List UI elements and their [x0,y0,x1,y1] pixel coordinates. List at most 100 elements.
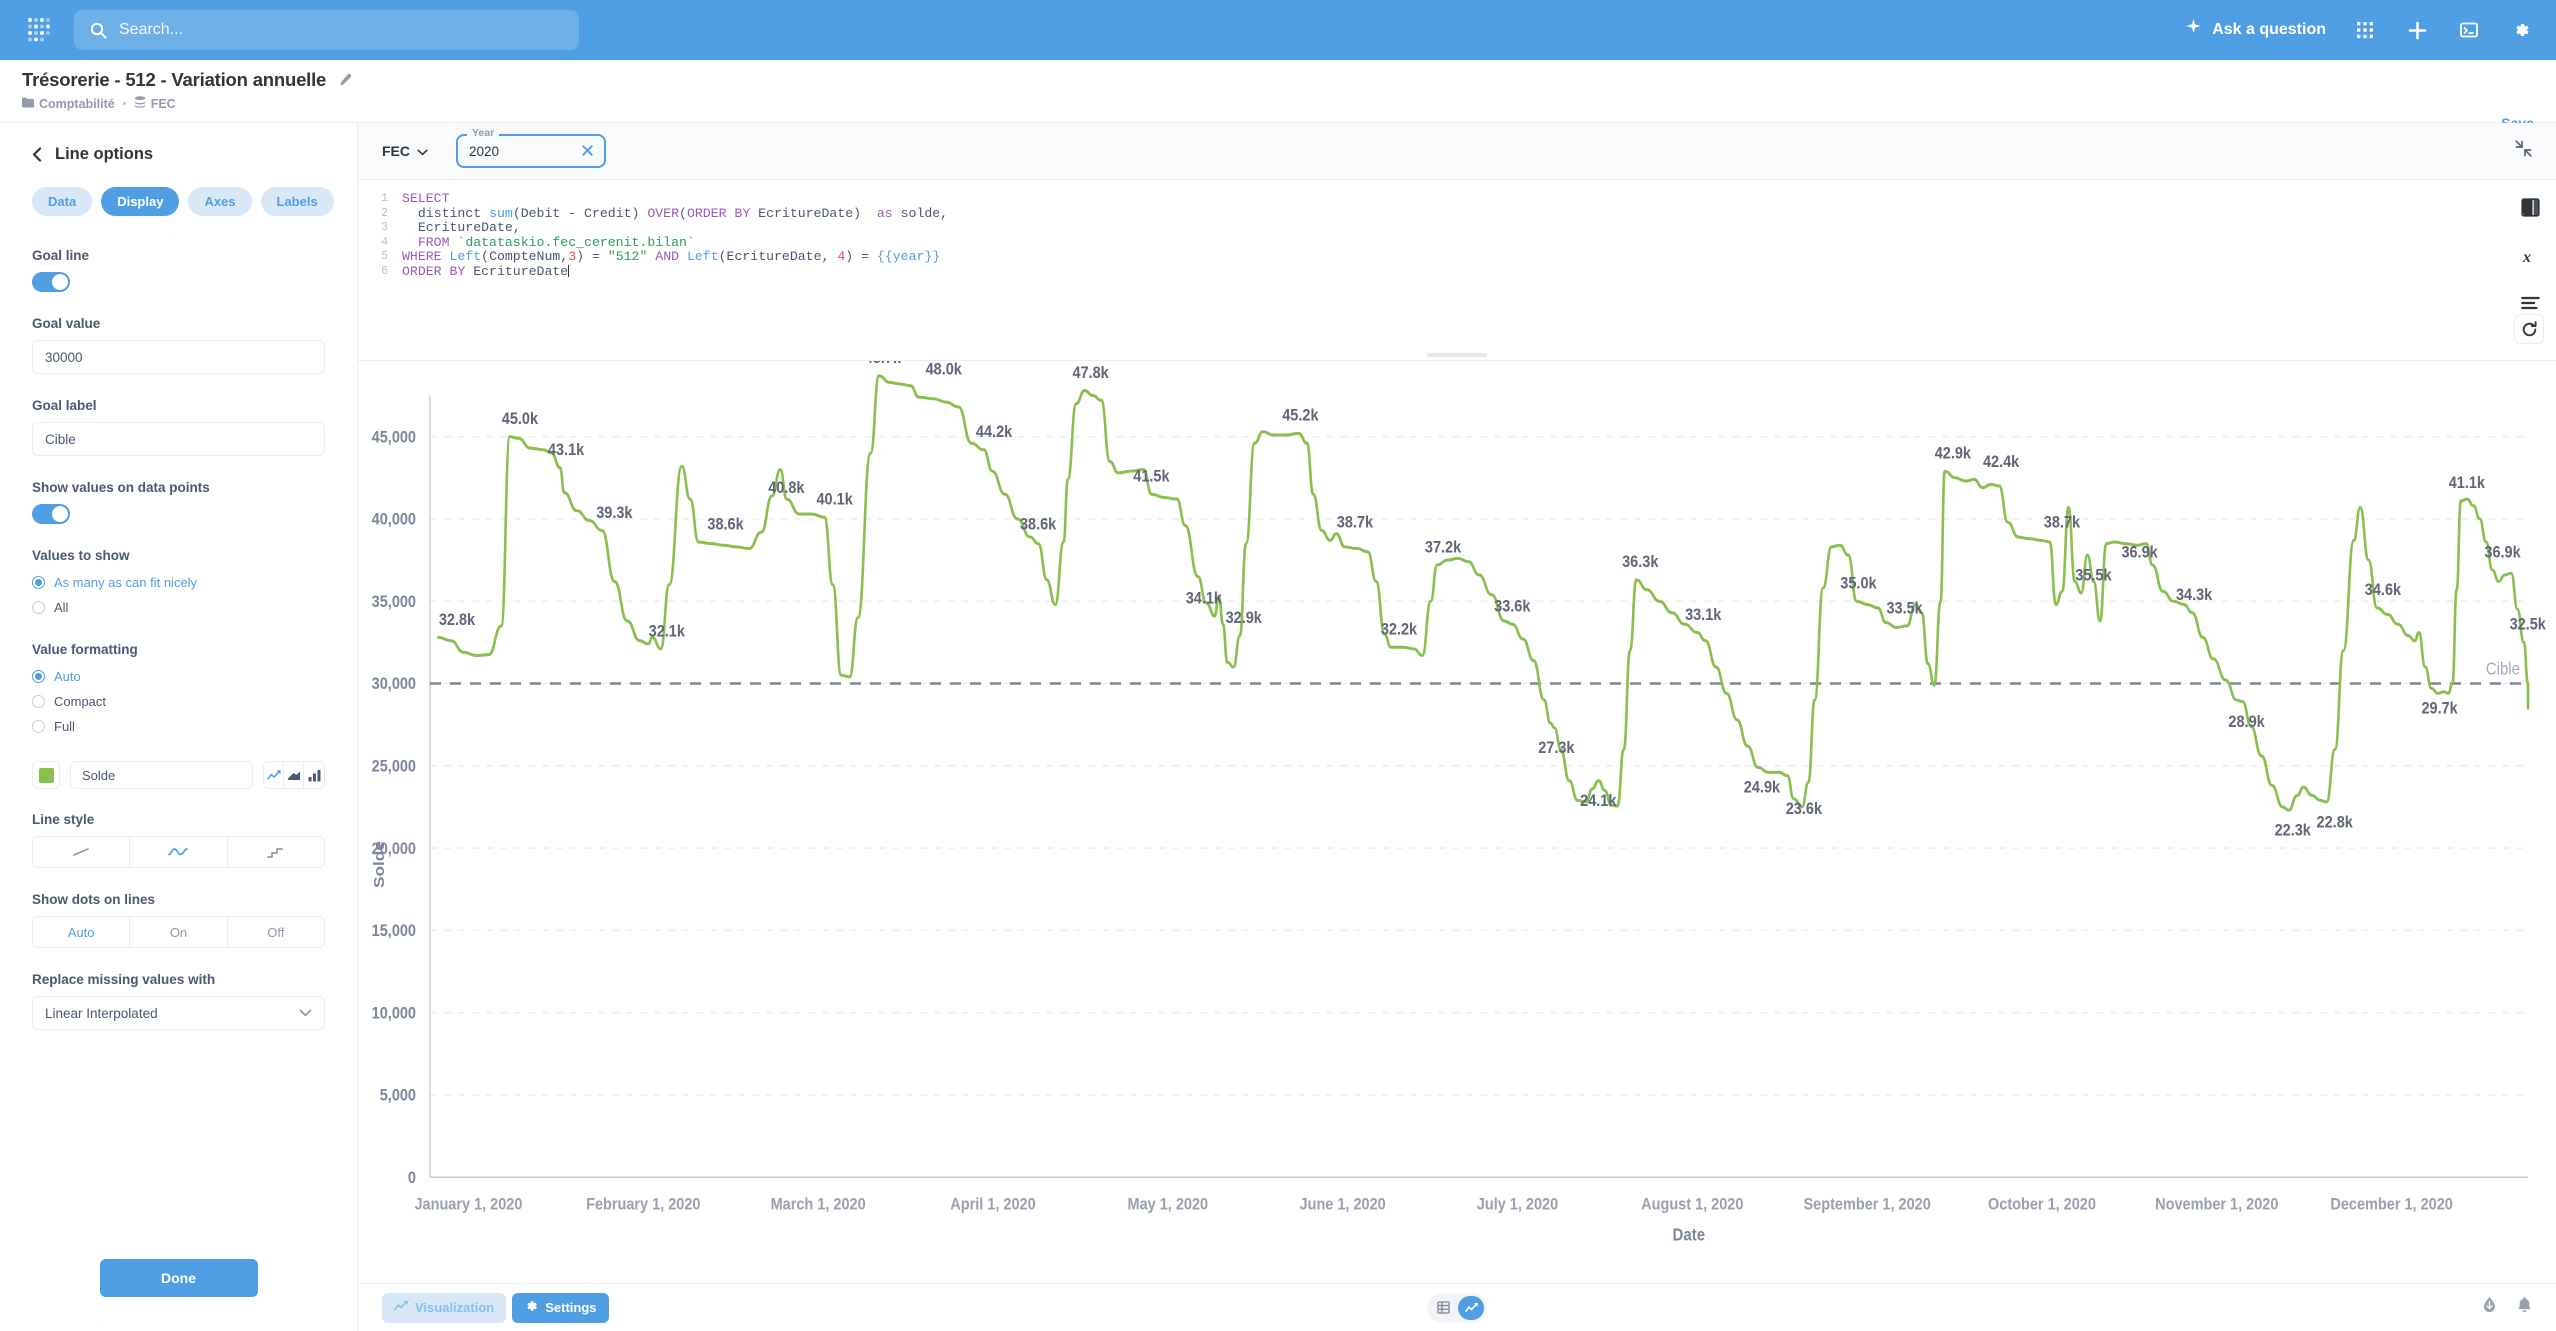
parameter-year-legend: Year [467,127,500,139]
tab-display[interactable]: Display [101,187,180,216]
series-name-input[interactable]: Solde [70,761,253,789]
settings-button[interactable]: Settings [512,1292,609,1323]
replace-missing-value: Linear Interpolated [45,1005,158,1021]
line-chart[interactable]: 05,00010,00015,00020,00025,00030,00035,0… [358,361,2556,1283]
data-point-label: 42.4k [1983,453,2020,471]
bell-icon[interactable] [2517,1296,2532,1319]
visualization-label: Visualization [415,1300,495,1315]
folder-icon [22,97,34,111]
x-tick-label: March 1, 2020 [771,1196,866,1214]
show-dots-on[interactable]: On [130,917,228,947]
parameter-year-field[interactable]: Year 2020 [456,127,606,168]
done-button[interactable]: Done [99,1259,258,1297]
data-point-label: 36.3k [1622,553,1659,571]
sql-line-number: 4 [381,235,388,249]
query-bar-right [2515,140,2532,162]
data-reference-icon[interactable] [2520,198,2540,217]
tab-data[interactable]: Data [32,187,93,216]
data-point-label: 36.9k [2484,543,2521,561]
show-dots-off[interactable]: Off [228,917,324,947]
goal-line-toggle[interactable] [32,272,70,292]
apps-grid-icon[interactable] [2352,17,2378,43]
goal-label-group: Goal label [32,398,325,456]
sql-line[interactable]: 4 FROM `datataskio.fec_cerenit.bilan` [358,235,2556,251]
radio-format-compact[interactable]: Compact [32,691,325,712]
format-icon[interactable] [2520,296,2540,310]
data-point-label: 35.0k [1840,575,1877,593]
settings-label: Settings [545,1300,597,1315]
data-point-label: 38.7k [1337,514,1374,532]
run-query-button[interactable] [2514,314,2544,344]
radio-format-auto[interactable]: Auto [32,666,325,687]
series-color-picker[interactable] [32,761,60,789]
x-tick-label: May 1, 2020 [1128,1196,1209,1214]
table-view-icon[interactable] [1430,1296,1456,1320]
x-tick-label: October 1, 2020 [1988,1196,2096,1214]
chevron-left-icon[interactable] [32,147,43,162]
database-picker[interactable]: FEC [382,143,428,159]
metabase-logo-icon[interactable] [22,13,56,47]
sql-editor[interactable]: 1 SELECT 2 distinct sum(Debit - Credit) OV… [358,180,2556,361]
sql-code-lines[interactable]: 1 SELECT 2 distinct sum(Debit - Credit) OV… [358,191,2556,280]
radio-values-all[interactable]: All [32,597,325,618]
linear-line-icon[interactable] [33,837,131,867]
radio-indicator [32,670,45,683]
ask-question-button[interactable]: Ask a question [2185,19,2326,41]
tab-labels[interactable]: Labels [260,187,334,216]
data-point-label: 44.2k [976,423,1013,441]
goal-line-label: Cible [2486,659,2520,678]
goal-value-input[interactable] [32,340,325,374]
values-to-show-label: Values to show [32,548,130,563]
bar-chart-icon[interactable] [304,762,324,788]
radio-format-full[interactable]: Full [32,716,325,737]
sql-line[interactable]: 6 ORDER BY EcritureDate [358,263,2556,280]
replace-missing-group: Replace missing values with Linear Inter… [32,972,325,1030]
tab-axes[interactable]: Axes [188,187,252,216]
close-icon[interactable] [582,144,593,158]
x-tick-label: September 1, 2020 [1804,1196,1932,1214]
gear-icon[interactable] [2508,17,2534,43]
line-chart-icon[interactable] [264,762,284,788]
breadcrumb-database-label: FEC [150,96,176,111]
curve-line-icon[interactable] [130,837,228,867]
breadcrumb-item-collection[interactable]: Comptabilité [22,97,115,111]
goal-label-input[interactable] [32,422,325,456]
radio-values-fit-nicely[interactable]: As many as can fit nicely [32,572,325,593]
editor-resize-handle[interactable] [1427,353,1487,357]
variables-icon[interactable]: x [2521,247,2540,266]
sql-line-text: ORDER BY EcritureDate [402,263,570,279]
radio-indicator [32,601,45,614]
sql-line[interactable]: 3 EcritureDate, [358,221,2556,236]
radio-label: Compact [54,694,107,709]
sql-line[interactable]: 2 distinct sum(Debit - Credit) OVER(ORDE… [358,206,2556,222]
radio-indicator [32,720,45,733]
show-dots-auto[interactable]: Auto [33,917,131,947]
data-point-label: 34.3k [2176,586,2213,604]
step-line-icon[interactable] [228,837,324,867]
sql-line[interactable]: 1 SELECT [358,191,2556,207]
download-icon[interactable] [2482,1296,2497,1319]
sql-terminal-icon[interactable] [2456,17,2482,43]
data-point-label: 24.1k [1580,792,1617,810]
y-tick-label: 15,000 [372,922,417,940]
collapse-icon[interactable] [2515,140,2532,162]
y-tick-label: 45,000 [372,429,417,447]
x-tick-label: December 1, 2020 [2330,1196,2453,1214]
chart-view-icon[interactable] [1458,1295,1484,1320]
chevron-down-icon [417,143,428,159]
main-layout: Line options Data Display Axes Labels Go… [0,123,2556,1331]
area-chart-icon[interactable] [284,762,304,788]
footer-right-actions [2482,1296,2532,1319]
breadcrumb-item-database[interactable]: FEC [134,96,176,111]
goal-value-label: Goal value [32,316,101,331]
data-point-label: 40.8k [768,479,805,497]
search-input[interactable]: Search... [74,10,579,50]
pencil-icon[interactable] [337,73,352,88]
series-line-solde[interactable] [437,374,2530,812]
plus-icon[interactable] [2404,17,2430,43]
visualization-button[interactable]: Visualization [382,1292,507,1323]
show-values-toggle[interactable] [32,504,70,524]
sql-line[interactable]: 5 WHERE Left(CompteNum,3) = "512" AND Lef… [358,250,2556,265]
toggle-knob [52,506,68,522]
replace-missing-select[interactable]: Linear Interpolated [32,996,325,1030]
